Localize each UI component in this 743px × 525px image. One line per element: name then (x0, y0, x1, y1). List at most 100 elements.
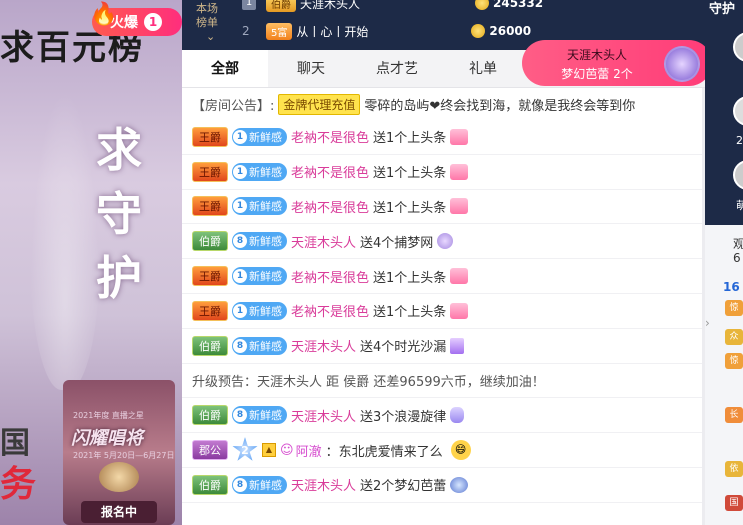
noble-badge: 王爵 (192, 126, 228, 147)
announcement-text: 零碎的岛屿❤终会找到海，就像是我终会等到你 (364, 98, 636, 114)
sender-username[interactable]: 天涯木头人 (291, 336, 356, 355)
fan-level-label: 新鲜感 (249, 304, 282, 318)
tab-performance[interactable]: 点才艺 (354, 50, 440, 87)
gift-message-row: 伯爵 8 新鲜感 天涯木头人 送4个捕梦网 (182, 224, 705, 260)
gift-icon (450, 128, 469, 145)
rank-username[interactable]: 天涯木头人 (300, 0, 475, 12)
hot-rank-number: 1 (144, 13, 162, 31)
fan-level-badge: 8 新鲜感 (232, 406, 287, 425)
avatar-icon: ☺ (280, 442, 294, 458)
promo-bottom-text: 务 (0, 463, 37, 505)
fan-tag: 国 (725, 495, 743, 511)
rank-row[interactable]: 2 5富 从丨心丨开始 26000 (242, 20, 531, 42)
fan-level-number: 8 (233, 234, 247, 249)
gift-action: 送2个梦幻芭蕾 (360, 479, 447, 495)
guard-number: 2 (736, 134, 743, 147)
noble-badge: 王爵 (192, 300, 228, 321)
gift-notification[interactable]: 天涯木头人 梦幻芭蕾 2个 (522, 40, 722, 86)
fan-label-1: 观 (733, 237, 743, 251)
fan-count: 16 (723, 280, 740, 294)
noble-badge: 王爵 (192, 161, 228, 182)
rank-coins: 245332 (493, 0, 544, 10)
fan-level-badge: 8 新鲜感 (232, 475, 287, 494)
fan-level-number: 8 (233, 408, 247, 423)
gift-action: 送1个上头条 (373, 131, 447, 147)
event-date: 2021年 5月20日—6月27日 (73, 451, 175, 460)
gift-icon (450, 163, 469, 180)
gift-icon (450, 198, 469, 215)
rank-noble-badge: 伯爵 (266, 0, 296, 12)
message-list: 【房间公告】: 金牌代理充值 零碎的岛屿❤终会找到海，就像是我终会等到你 王爵 1… (182, 88, 705, 503)
event-card[interactable]: 2021年度 直播之星 闪耀唱将 2021年 5月20日—6月27日 报名中 (63, 380, 175, 525)
chevron-right-icon[interactable]: › (705, 316, 713, 342)
noble-badge: 伯爵 (192, 474, 228, 495)
promo-banner[interactable]: 求百元榜 🔥 火爆 1 求 守 护 国 务 2021年度 直播之星 闪耀唱将 2… (0, 0, 182, 525)
fan-level-number: 1 (233, 199, 247, 214)
noble-badge: 伯爵 (192, 405, 228, 426)
fan-level-badge: 8 新鲜感 (232, 232, 287, 251)
emoji-icon: 😄 (450, 440, 471, 461)
gift-message-row: 王爵 1 新鲜感 老衲不是很色 送1个上头条 (182, 259, 705, 294)
guard-title: 守护 (709, 2, 736, 17)
chevron-down-icon[interactable]: ⌄ (196, 30, 218, 44)
gift-action: 送1个上头条 (373, 270, 447, 286)
gift-message-row: 王爵 1 新鲜感 老衲不是很色 送1个上头条 (182, 294, 705, 329)
sender-username[interactable]: 老衲不是很色 (291, 301, 369, 320)
chat-username[interactable]: 阿澈 (296, 441, 322, 460)
fan-tag: 长 (725, 407, 743, 423)
rank-row[interactable]: 1 伯爵 天涯木头人 245332 (242, 0, 543, 14)
flame-icon: 🔥 (90, 2, 118, 27)
signup-button[interactable]: 报名中 (81, 501, 157, 523)
avatar[interactable] (733, 96, 743, 126)
avatar[interactable] (733, 160, 743, 190)
sender-username[interactable]: 老衲不是很色 (291, 127, 369, 146)
fan-tag: 依 (725, 461, 743, 477)
fan-level-number: 1 (233, 164, 247, 179)
chat-message-row: 郡公 2 ▲ ☺ 阿澈 ：东北虎爱情来了么 😄 (182, 433, 705, 468)
gift-message-row: 伯爵 8 新鲜感 天涯木头人 送2个梦幻芭蕾 (182, 468, 705, 503)
fan-level-number: 8 (233, 338, 247, 353)
room-announcement: 【房间公告】: 金牌代理充值 零碎的岛屿❤终会找到海，就像是我终会等到你 (182, 88, 705, 120)
fan-level-number: 1 (233, 303, 247, 318)
fan-tag: 惊 (725, 353, 743, 369)
sender-username[interactable]: 老衲不是很色 (291, 267, 369, 286)
fan-tag: 众 (725, 329, 743, 345)
noble-badge: 郡公 (192, 440, 228, 461)
rank-username[interactable]: 从丨心丨开始 (296, 23, 471, 40)
fan-level-badge: 1 新鲜感 (232, 197, 287, 216)
avatar[interactable] (733, 32, 743, 62)
promo-vertical-text: 求 守 护 (94, 118, 144, 310)
tab-chat[interactable]: 聊天 (268, 50, 354, 87)
noble-badge: 伯爵 (192, 231, 228, 252)
sender-username[interactable]: 老衲不是很色 (291, 197, 369, 216)
fan-level-label: 新鲜感 (249, 235, 282, 249)
fan-tag: 惊 (725, 300, 743, 316)
trophy-icon (99, 462, 139, 492)
vip-icon: ▲ (262, 443, 276, 458)
sender-username[interactable]: 天涯木头人 (291, 406, 356, 425)
event-subtitle: 2021年度 直播之星 (73, 411, 144, 420)
gift-message-row: 王爵 1 新鲜感 老衲不是很色 送1个上头条 (182, 155, 705, 190)
fan-level-badge: 1 新鲜感 (232, 301, 287, 320)
hot-rank-badge[interactable]: 🔥 火爆 1 (90, 2, 182, 36)
chat-text: ：东北虎爱情来了么 (325, 444, 443, 460)
fan-level-badge: 8 新鲜感 (232, 336, 287, 355)
guard-panel: 守护 2 萌 观 6 16 惊 众 惊 长 依 国 › (705, 0, 743, 525)
tab-gift-list[interactable]: 礼单 (440, 50, 526, 87)
sender-username[interactable]: 老衲不是很色 (291, 162, 369, 181)
gift-icon (450, 407, 465, 424)
gift-icon (450, 268, 469, 285)
tab-all[interactable]: 全部 (182, 50, 268, 87)
coin-icon (475, 0, 489, 10)
gift-action: 送1个上头条 (373, 166, 447, 182)
sender-username[interactable]: 天涯木头人 (291, 475, 356, 494)
sender-username[interactable]: 天涯木头人 (291, 232, 356, 251)
gift-action: 送3个浪漫旋律 (360, 409, 447, 425)
fan-label-2: 6 (733, 251, 741, 265)
gift-message-row: 伯爵 8 新鲜感 天涯木头人 送4个时光沙漏 (182, 329, 705, 364)
agent-recharge-tag[interactable]: 金牌代理充值 (278, 93, 361, 115)
rank-label: 本场 榜单 ⌄ (196, 2, 218, 44)
fan-level-number: 1 (233, 129, 247, 144)
chat-panel: 本场 榜单 ⌄ 1 伯爵 天涯木头人 245332 2 5富 从丨心丨开始 26… (182, 0, 722, 525)
gift-message-row: 王爵 1 新鲜感 老衲不是很色 送1个上头条 (182, 190, 705, 225)
